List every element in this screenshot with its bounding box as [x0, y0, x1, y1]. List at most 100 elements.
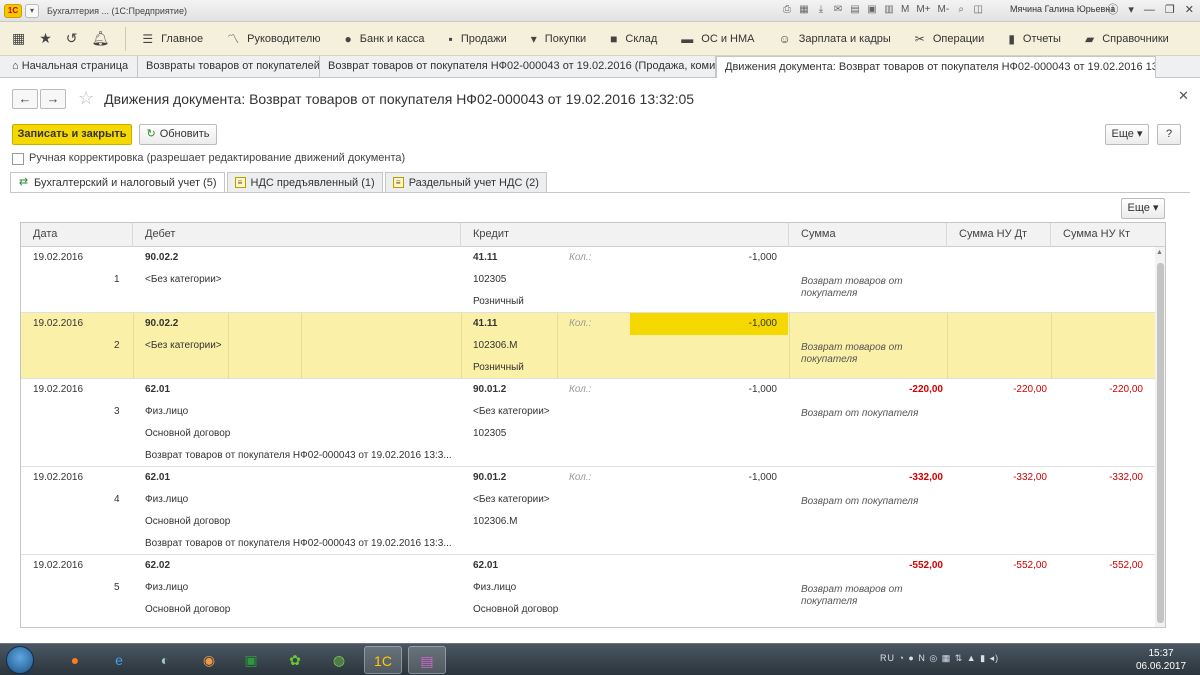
table-row[interactable]: 19.02.2016 1 90.02.2 <Без категории> 41.11 10…: [21, 247, 1155, 313]
trend-icon: 〽: [227, 32, 240, 46]
scrollbar-thumb[interactable]: [1157, 263, 1164, 623]
column-debit[interactable]: Дебет: [133, 223, 461, 247]
manual-correction-checkbox[interactable]: [12, 153, 24, 165]
calculator-icon[interactable]: ▥: [882, 3, 896, 17]
more-button[interactable]: Еще ▾: [1105, 124, 1149, 145]
menu-label: Склад: [625, 32, 658, 45]
column-date[interactable]: Дата: [21, 223, 133, 247]
mail-icon[interactable]: ✉: [831, 3, 845, 17]
messenger-icon[interactable]: ◍: [320, 646, 358, 674]
table-row[interactable]: 19.02.2016 4 62.01 Физ.лицо Основной договор…: [21, 467, 1155, 555]
winrar-icon[interactable]: ▤: [408, 646, 446, 674]
1c-app-icon[interactable]: 1С: [364, 646, 402, 674]
firefox-icon[interactable]: ●: [56, 646, 94, 674]
chrome-icon[interactable]: ◉: [190, 646, 228, 674]
grid-icon[interactable]: ▦: [797, 3, 811, 17]
menu-manager[interactable]: 〽 Руководителю: [215, 22, 332, 56]
column-sum-tax-debit[interactable]: Сумма НУ Дт: [947, 223, 1051, 247]
row-description: Возврат товаров от: [801, 342, 903, 353]
menu-catalogs[interactable]: ▰ Справочники: [1073, 22, 1181, 56]
chevron-down-icon[interactable]: ▾: [1128, 3, 1134, 17]
tab-accounting[interactable]: ⇄ Бухгалтерский и налоговый учет (5): [10, 172, 225, 193]
menu-warehouse[interactable]: ■ Склад: [598, 22, 669, 56]
quantity-value: -1,000: [748, 318, 777, 329]
column-sum[interactable]: Сумма: [789, 223, 947, 247]
save-and-close-button[interactable]: Записать и закрыть: [12, 124, 132, 145]
chart-icon: ▮: [1008, 31, 1015, 46]
memory-minus-button[interactable]: M-: [936, 3, 952, 17]
favorite-star-icon[interactable]: ☆: [78, 88, 94, 109]
favorites-icon[interactable]: ★: [39, 30, 52, 47]
column-credit[interactable]: Кредит: [461, 223, 789, 247]
menu-salary[interactable]: ☺ Зарплата и кадры: [766, 22, 902, 56]
menu-sales[interactable]: ▪ Продажи: [437, 22, 519, 56]
tab-separate-vat[interactable]: ≡ Раздельный учет НДС (2): [384, 172, 547, 192]
row-date: 19.02.2016: [33, 252, 84, 263]
table-header: Дата Дебет Кредит Сумма Сумма НУ Дт Сумм…: [21, 223, 1165, 247]
chevron-down-icon[interactable]: ▾: [25, 3, 39, 18]
vertical-scrollbar[interactable]: ▲: [1155, 247, 1165, 627]
restore-icon[interactable]: ❐: [1165, 3, 1175, 17]
excel-icon[interactable]: ▣: [232, 646, 270, 674]
row-description: покупателя: [801, 354, 858, 365]
panel-icon[interactable]: ◫: [971, 3, 985, 17]
start-button[interactable]: [6, 646, 34, 674]
window-tabs: ⌂ Начальная страница Возвраты товаров от…: [0, 56, 1200, 78]
tab-return-document[interactable]: Возврат товаров от покупателя НФ02-00004…: [320, 56, 716, 78]
tab-returns-list[interactable]: Возвраты товаров от покупателей✕: [138, 56, 320, 78]
tab-vat-presented[interactable]: ≡ НДС предъявленный (1): [226, 172, 383, 192]
grid-more-button[interactable]: Еще ▾: [1121, 198, 1165, 219]
debit-value: Физ.лицо: [145, 582, 189, 593]
print-icon[interactable]: ⎙: [780, 3, 794, 17]
table-icon[interactable]: ▤: [848, 3, 862, 17]
memory-plus-button[interactable]: M+: [914, 3, 932, 17]
menu-operations[interactable]: ✂ Операции: [903, 22, 997, 56]
menu-bank[interactable]: ● Банк и касса: [333, 22, 437, 56]
tab-home[interactable]: ⌂ Начальная страница: [4, 56, 138, 78]
scroll-up-icon[interactable]: ▲: [1156, 249, 1163, 256]
row-number: 5: [114, 582, 120, 593]
calendar-icon[interactable]: ▣: [865, 3, 879, 17]
menu-label: Справочники: [1102, 32, 1169, 45]
close-icon[interactable]: ✕: [1178, 88, 1189, 104]
table-row[interactable]: 19.02.2016 3 62.01 Физ.лицо Основной договор…: [21, 379, 1155, 467]
menu-main[interactable]: ☰ Главное: [130, 22, 215, 56]
user-name[interactable]: Мячина Галина Юрьевна: [1010, 4, 1115, 14]
debit-value: <Без категории>: [145, 340, 222, 351]
language-indicator[interactable]: RU: [880, 653, 895, 663]
menu-assets[interactable]: ▬ ОС и НМА: [669, 22, 766, 56]
cell-divider: [133, 313, 134, 379]
close-icon[interactable]: ✕: [1185, 3, 1194, 17]
info-icon[interactable]: ⓘ: [1107, 3, 1118, 17]
refresh-button[interactable]: ↻ Обновить: [139, 124, 217, 145]
minimize-icon[interactable]: —: [1144, 3, 1155, 17]
ie-icon[interactable]: e: [100, 646, 138, 674]
row-sum-tax-debit: -220,00: [1013, 384, 1047, 395]
help-button[interactable]: ?: [1157, 124, 1181, 145]
memory-button[interactable]: M: [899, 3, 911, 17]
1c-logo-icon[interactable]: 1С: [4, 3, 22, 18]
quantity-value: -1,000: [748, 252, 777, 263]
speaker-app-icon[interactable]: ◐: [146, 646, 184, 674]
bell-icon[interactable]: 🔔︎: [92, 30, 110, 47]
movements-table[interactable]: Дата Дебет Кредит Сумма Сумма НУ Дт Сумм…: [20, 222, 1166, 628]
clock-date: 06.06.2017: [1136, 661, 1187, 672]
tab-document-movements[interactable]: Движения документа: Возврат товаров от п…: [716, 56, 1156, 78]
download-icon[interactable]: ⤓: [814, 3, 828, 17]
credit-value: 62.01: [473, 560, 499, 571]
history-icon[interactable]: ↺: [66, 30, 78, 47]
table-row[interactable]: 19.02.2016 2 90.02.2 <Без категории> 41.11 10…: [21, 313, 1155, 379]
apps-grid-icon[interactable]: ▦: [12, 30, 25, 47]
row-sum-tax-credit: -552,00: [1109, 560, 1143, 571]
menu-reports[interactable]: ▮ Отчеты: [996, 22, 1073, 56]
register-icon: ≡: [234, 177, 246, 188]
forward-button[interactable]: →: [40, 88, 66, 109]
clock[interactable]: 15:37 06.06.2017: [1136, 647, 1186, 673]
zoom-icon[interactable]: ⌕: [954, 3, 968, 17]
quantity-value: -1,000: [748, 384, 777, 395]
menu-purchases[interactable]: ▾ Покупки: [519, 22, 598, 56]
icq-icon[interactable]: ✿: [276, 646, 314, 674]
back-button[interactable]: ←: [12, 88, 38, 109]
column-sum-tax-credit[interactable]: Сумма НУ Кт: [1051, 223, 1155, 247]
table-row[interactable]: 19.02.2016 5 62.02 Физ.лицо Основной договор…: [21, 555, 1155, 627]
